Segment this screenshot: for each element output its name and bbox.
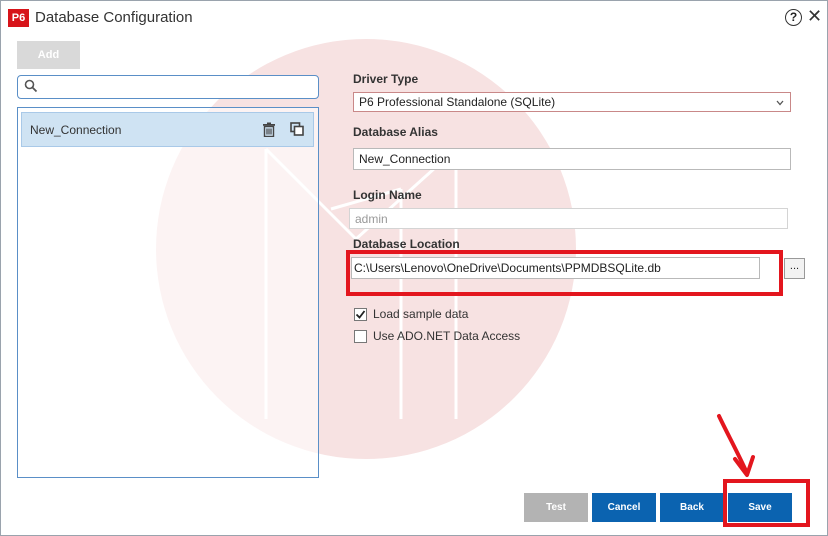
search-input[interactable]: [42, 78, 316, 96]
database-location-label: Database Location: [353, 237, 460, 251]
login-name-label: Login Name: [353, 188, 422, 202]
database-alias-field[interactable]: New_Connection: [353, 148, 791, 170]
driver-type-value: P6 Professional Standalone (SQLite): [359, 95, 556, 109]
database-location-field[interactable]: C:\Users\Lenovo\OneDrive\Documents\PPMDB…: [351, 257, 760, 279]
driver-type-select[interactable]: P6 Professional Standalone (SQLite): [353, 92, 791, 112]
copy-icon[interactable]: [290, 122, 304, 136]
app-logo: P6: [8, 9, 29, 27]
load-sample-data-checkbox[interactable]: [354, 308, 367, 321]
connection-label: New_Connection: [30, 123, 122, 137]
dialog-window: P6 Database Configuration ? ✕ Add New_Co…: [0, 0, 828, 536]
use-ado-net-label: Use ADO.NET Data Access: [373, 329, 521, 343]
chevron-down-icon: [776, 100, 784, 106]
use-ado-net-checkbox[interactable]: [354, 330, 367, 343]
search-box[interactable]: [17, 75, 319, 99]
save-button[interactable]: Save: [728, 493, 792, 522]
back-button[interactable]: Back: [660, 493, 724, 522]
database-location-value: C:\Users\Lenovo\OneDrive\Documents\PPMDB…: [354, 261, 661, 275]
load-sample-data-label: Load sample data: [373, 307, 469, 321]
login-name-value: admin: [355, 211, 388, 226]
checkmark-icon: [355, 310, 366, 319]
cancel-button[interactable]: Cancel: [592, 493, 656, 522]
close-icon[interactable]: ✕: [807, 6, 822, 27]
test-button: Test: [524, 493, 588, 522]
annotation-arrow: [717, 414, 755, 477]
connection-list: New_Connection: [17, 107, 319, 478]
window-title: Database Configuration: [35, 9, 193, 26]
database-alias-label: Database Alias: [353, 125, 438, 139]
help-icon[interactable]: ?: [785, 9, 802, 26]
title-bar: P6 Database Configuration ? ✕: [1, 1, 827, 35]
search-icon: [24, 79, 38, 93]
list-item[interactable]: New_Connection: [21, 112, 314, 147]
trash-icon[interactable]: [262, 122, 276, 137]
login-name-field: admin: [349, 208, 788, 229]
driver-type-label: Driver Type: [353, 72, 419, 86]
database-alias-value: New_Connection: [359, 152, 451, 166]
browse-button[interactable]: ...: [784, 258, 805, 279]
add-button[interactable]: Add: [17, 41, 80, 69]
